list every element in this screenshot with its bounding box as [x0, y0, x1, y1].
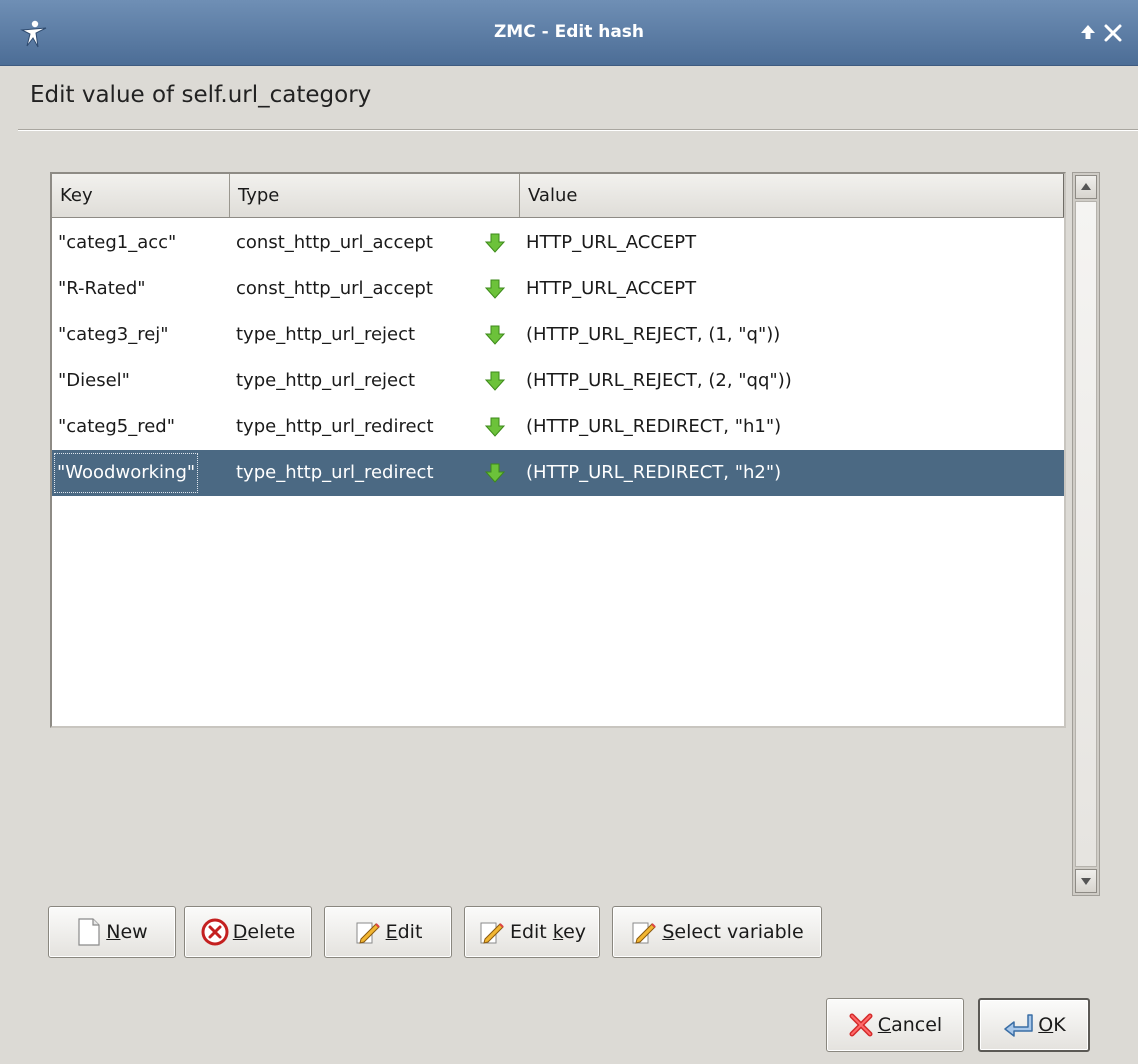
green-down-arrow-icon[interactable] — [484, 370, 506, 392]
green-down-arrow-icon[interactable] — [484, 232, 506, 254]
table-row[interactable]: "categ1_acc" const_http_url_accept HTTP_… — [52, 220, 1064, 266]
new-button-label: New — [106, 921, 148, 943]
window-titlebar[interactable]: ZMC - Edit hash — [0, 0, 1138, 66]
green-down-arrow-icon[interactable] — [484, 324, 506, 346]
cell-key: "categ3_rej" — [58, 324, 169, 345]
ok-button[interactable]: OK — [978, 998, 1090, 1052]
cell-key: "R-Rated" — [58, 278, 146, 299]
cell-value: (HTTP_URL_REDIRECT, "h2") — [526, 462, 782, 483]
hash-table[interactable]: Key Type Value "categ1_acc" const_http_u… — [50, 172, 1066, 728]
cell-value: HTTP_URL_ACCEPT — [526, 232, 697, 253]
edit-key-button-label: Edit key — [509, 921, 587, 943]
column-header-value[interactable]: Value — [520, 174, 1064, 217]
cancel-x-icon — [849, 1013, 873, 1037]
scroll-up-arrow-icon — [1081, 183, 1091, 190]
cell-value: (HTTP_URL_REJECT, (2, "qq")) — [526, 370, 792, 391]
select-variable-button[interactable]: Select variable — [612, 906, 822, 958]
edit-pencil-icon — [356, 922, 380, 944]
cell-type: type_http_url_redirect — [236, 462, 434, 483]
vertical-scrollbar[interactable] — [1072, 172, 1100, 896]
scroll-down-arrow-icon — [1081, 878, 1091, 885]
edit-pencil-icon — [480, 922, 504, 944]
up-arrow-icon[interactable] — [1078, 22, 1098, 42]
edit-button-label: Edit — [385, 921, 423, 943]
select-variable-button-label: Select variable — [662, 921, 804, 943]
edit-button[interactable]: Edit — [324, 906, 452, 958]
table-header: Key Type Value — [52, 174, 1064, 218]
cell-type: type_http_url_reject — [236, 370, 416, 391]
table-row[interactable]: "Diesel" type_http_url_reject (HTTP_URL_… — [52, 358, 1064, 404]
table-row[interactable]: "categ5_red" type_http_url_redirect (HTT… — [52, 404, 1064, 450]
cancel-button-label: Cancel — [877, 1014, 943, 1036]
cell-type: type_http_url_reject — [236, 324, 416, 345]
close-icon[interactable] — [1103, 23, 1123, 43]
cell-key: "Diesel" — [58, 370, 130, 391]
cell-value: HTTP_URL_ACCEPT — [526, 278, 697, 299]
scroll-down-button[interactable] — [1075, 869, 1097, 893]
cancel-button[interactable]: Cancel — [826, 998, 964, 1052]
cell-key: "Woodworking" — [54, 453, 199, 493]
table-row-selected[interactable]: "Woodworking" type_http_url_redirect (HT… — [52, 450, 1064, 496]
scroll-up-button[interactable] — [1075, 175, 1097, 199]
delete-icon — [201, 918, 229, 946]
new-document-icon — [78, 918, 100, 946]
column-header-type[interactable]: Type — [230, 174, 520, 217]
cell-value: (HTTP_URL_REDIRECT, "h1") — [526, 416, 782, 437]
table-row[interactable]: "R-Rated" const_http_url_accept HTTP_URL… — [52, 266, 1064, 312]
delete-button[interactable]: Delete — [184, 906, 312, 958]
window-title: ZMC - Edit hash — [493, 22, 645, 42]
cell-type: const_http_url_accept — [236, 278, 433, 299]
edit-key-button[interactable]: Edit key — [464, 906, 600, 958]
table-row[interactable]: "categ3_rej" type_http_url_reject (HTTP_… — [52, 312, 1064, 358]
return-arrow-icon — [1004, 1014, 1034, 1037]
delete-button-label: Delete — [232, 921, 296, 943]
cell-type: const_http_url_accept — [236, 232, 433, 253]
green-down-arrow-icon[interactable] — [484, 416, 506, 438]
new-button[interactable]: New — [48, 906, 176, 958]
column-header-key[interactable]: Key — [52, 174, 230, 217]
ok-button-label: OK — [1038, 1014, 1066, 1036]
cell-key: "categ5_red" — [58, 416, 175, 437]
green-down-arrow-icon[interactable] — [484, 462, 506, 484]
scrollbar-track[interactable] — [1075, 201, 1097, 867]
dialog-heading: Edit value of self.url_category — [30, 82, 372, 108]
heading-separator — [18, 129, 1138, 131]
cell-key: "categ1_acc" — [58, 232, 177, 253]
cell-type: type_http_url_redirect — [236, 416, 434, 437]
green-down-arrow-icon[interactable] — [484, 278, 506, 300]
cell-value: (HTTP_URL_REJECT, (1, "q")) — [526, 324, 781, 345]
edit-pencil-icon — [632, 922, 657, 944]
